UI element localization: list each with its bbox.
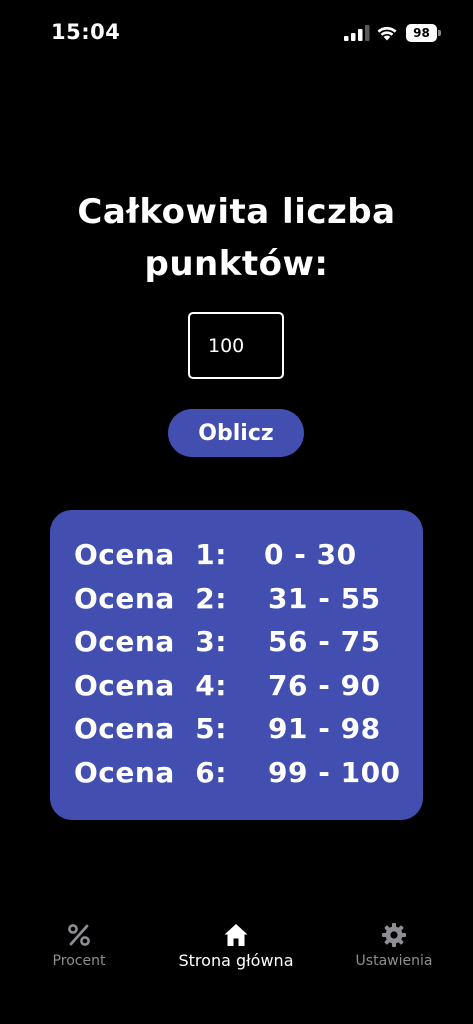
grade-label: Ocena 5: [74, 712, 227, 746]
battery-indicator: 98 [406, 24, 437, 42]
percent-icon [68, 924, 90, 946]
tab-label: Strona główna [178, 951, 294, 970]
tab-label: Ustawienia [355, 953, 433, 969]
total-points-input[interactable] [188, 312, 284, 379]
grade-label: Ocena 1: [74, 538, 227, 571]
grade-results-card: Ocena 1: 0 - 30 Ocena 2: 31 - 55 Ocena 3… [50, 510, 423, 820]
status-bar: 15:04 98 [0, 0, 473, 64]
grade-row: Ocena 4: 76 - 90 [50, 667, 423, 711]
bottom-tab-bar: Procent Strona główna Ustawienia [0, 910, 473, 990]
grade-range: 99 - 100 [268, 755, 401, 789]
grade-row: Ocena 6: 99 - 100 [50, 754, 423, 798]
tab-label: Procent [52, 953, 106, 969]
grade-label: Ocena 3: [74, 625, 227, 659]
grade-row: Ocena 3: 56 - 75 [50, 623, 423, 667]
grade-row: Ocena 2: 31 - 55 [50, 580, 423, 624]
tab-home[interactable]: Strona główna [168, 910, 304, 970]
page-title: Całkowita liczba punktów: [77, 192, 396, 284]
home-icon [224, 924, 248, 946]
grade-label: Ocena 4: [74, 668, 227, 702]
wifi-icon [377, 26, 397, 41]
grade-range: 56 - 75 [268, 625, 381, 659]
gear-icon [382, 923, 406, 947]
grade-range: 76 - 90 [268, 668, 381, 702]
grade-range: 31 - 55 [268, 581, 381, 615]
grade-range: 0 - 30 [264, 538, 357, 571]
grade-range: 91 - 98 [268, 712, 381, 746]
calculate-button[interactable]: Oblicz [168, 409, 304, 457]
battery-tip [438, 30, 441, 36]
tab-procent[interactable]: Procent [34, 910, 124, 969]
grade-label: Ocena 6: [74, 755, 227, 789]
grade-label: Ocena 2: [74, 581, 227, 615]
cellular-signal-icon [344, 25, 370, 41]
tab-settings[interactable]: Ustawienia [346, 910, 442, 969]
status-time: 15:04 [51, 20, 121, 44]
grade-row: Ocena 5: 91 - 98 [50, 710, 423, 754]
grade-row: Ocena 1: 0 - 30 [50, 536, 423, 580]
app-screen: 15:04 98 Całkowita liczba punktów: Oblic… [0, 0, 473, 1024]
